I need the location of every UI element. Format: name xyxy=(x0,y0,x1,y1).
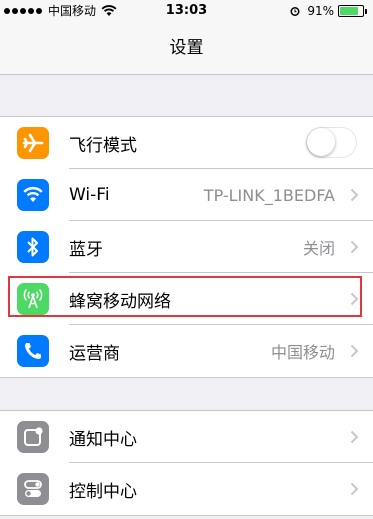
settings-group-centers: 通知中心 控制中心 xyxy=(0,410,373,516)
battery-cap xyxy=(365,8,367,14)
row-label: 蜂窝移动网络 xyxy=(69,291,171,312)
row-label: 通知中心 xyxy=(69,429,137,450)
phone-icon xyxy=(17,335,49,367)
row-wifi[interactable]: Wi-Fi TP-LINK_1BEDFA xyxy=(0,169,373,221)
control-center-icon xyxy=(17,473,49,505)
row-value: 关闭 xyxy=(302,239,335,258)
row-carrier[interactable]: 运营商 中国移动 xyxy=(0,325,373,377)
chevron-right-icon xyxy=(350,344,359,358)
airplane-mode-toggle[interactable] xyxy=(306,127,357,158)
row-control-center[interactable]: 控制中心 xyxy=(0,463,373,515)
row-label: 飞行模式 xyxy=(69,135,137,156)
chevron-right-icon xyxy=(350,482,359,496)
cellular-antenna-icon xyxy=(17,283,49,315)
battery-percent: 91% xyxy=(307,4,334,18)
row-airplane-mode: 飞行模式 xyxy=(0,117,373,169)
status-bar: 中国移动 13:03 91% xyxy=(0,0,373,22)
settings-group-connectivity: 飞行模式 Wi-Fi TP-LINK_1BEDFA 蓝牙 关闭 蜂窝移动网络 运… xyxy=(0,116,373,378)
bluetooth-icon xyxy=(17,231,49,263)
row-label: Wi-Fi xyxy=(69,185,110,205)
nav-bar: 设置 xyxy=(0,22,373,75)
chevron-right-icon xyxy=(350,292,359,306)
status-bar-right: 91% xyxy=(289,0,367,22)
chevron-right-icon xyxy=(350,188,359,202)
row-bluetooth[interactable]: 蓝牙 关闭 xyxy=(0,221,373,273)
wifi-icon xyxy=(17,179,49,211)
notification-center-icon xyxy=(17,421,49,453)
toggle-knob xyxy=(307,128,335,156)
row-label: 运营商 xyxy=(69,343,120,364)
row-value: 中国移动 xyxy=(270,343,335,362)
airplane-icon xyxy=(17,127,49,159)
alarm-clock-icon xyxy=(290,7,300,16)
battery-fill xyxy=(340,7,358,15)
chevron-right-icon xyxy=(350,240,359,254)
row-notification-center[interactable]: 通知中心 xyxy=(0,411,373,463)
page-title: 设置 xyxy=(169,38,204,58)
row-label: 控制中心 xyxy=(69,481,137,502)
row-value: TP-LINK_1BEDFA xyxy=(203,185,335,205)
row-cellular[interactable]: 蜂窝移动网络 xyxy=(0,273,373,325)
row-label: 蓝牙 xyxy=(69,239,103,260)
chevron-right-icon xyxy=(350,430,359,444)
battery-icon xyxy=(338,5,364,17)
